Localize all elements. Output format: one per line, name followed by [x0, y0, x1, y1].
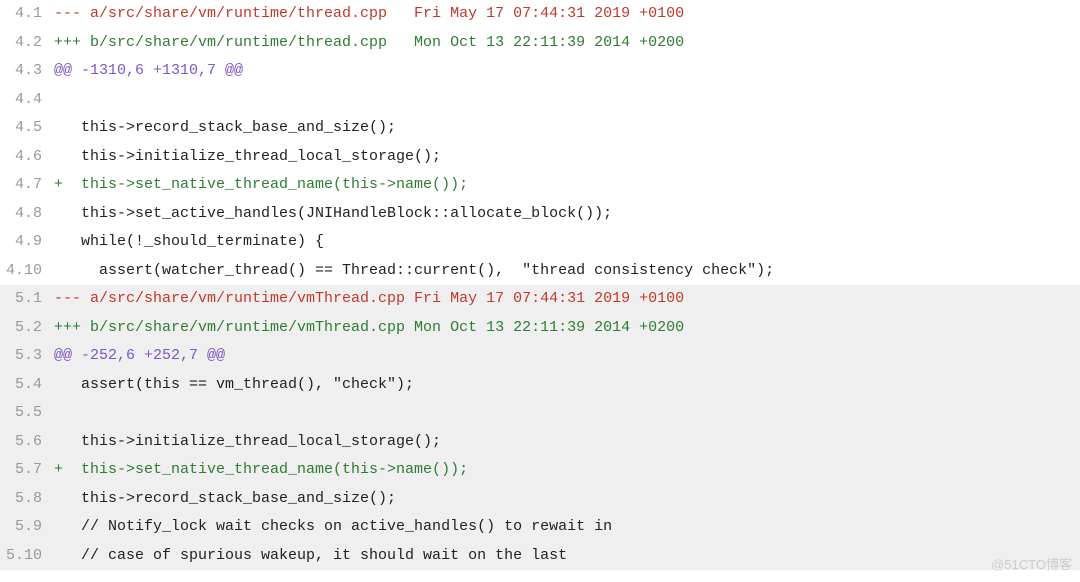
diff-line: 5.8 this->record_stack_base_and_size();: [0, 485, 1080, 514]
line-number: 5.5: [0, 399, 50, 428]
line-number: 5.9: [0, 513, 50, 542]
diff-line: 5.10 // case of spurious wakeup, it shou…: [0, 542, 1080, 571]
diff-container: 4.1--- a/src/share/vm/runtime/thread.cpp…: [0, 0, 1080, 570]
line-number: 4.4: [0, 86, 50, 115]
line-content: +++ b/src/share/vm/runtime/thread.cpp Mo…: [50, 29, 1080, 58]
diff-line: 4.3@@ -1310,6 +1310,7 @@: [0, 57, 1080, 86]
line-number: 5.3: [0, 342, 50, 371]
line-content: [50, 86, 1080, 115]
line-number: 5.10: [0, 542, 50, 571]
line-content: this->initialize_thread_local_storage();: [50, 428, 1080, 457]
line-content: while(!_should_terminate) {: [50, 228, 1080, 257]
diff-line: 5.7+ this->set_native_thread_name(this->…: [0, 456, 1080, 485]
watermark: @51CTO博客: [991, 553, 1072, 578]
line-number: 5.2: [0, 314, 50, 343]
line-number: 4.8: [0, 200, 50, 229]
line-number: 5.7: [0, 456, 50, 485]
diff-line: 4.4: [0, 86, 1080, 115]
line-content: + this->set_native_thread_name(this->nam…: [50, 171, 1080, 200]
diff-line: 4.2+++ b/src/share/vm/runtime/thread.cpp…: [0, 29, 1080, 58]
diff-line: 4.8 this->set_active_handles(JNIHandleBl…: [0, 200, 1080, 229]
line-number: 4.5: [0, 114, 50, 143]
line-number: 4.9: [0, 228, 50, 257]
diff-line: 5.6 this->initialize_thread_local_storag…: [0, 428, 1080, 457]
diff-line: 4.5 this->record_stack_base_and_size();: [0, 114, 1080, 143]
line-content: [50, 399, 1080, 428]
diff-line: 5.4 assert(this == vm_thread(), "check")…: [0, 371, 1080, 400]
diff-line: 4.10 assert(watcher_thread() == Thread::…: [0, 257, 1080, 286]
line-number: 5.6: [0, 428, 50, 457]
diff-line: 5.9 // Notify_lock wait checks on active…: [0, 513, 1080, 542]
line-number: 4.2: [0, 29, 50, 58]
line-content: --- a/src/share/vm/runtime/thread.cpp Fr…: [50, 0, 1080, 29]
line-number: 5.8: [0, 485, 50, 514]
line-content: this->record_stack_base_and_size();: [50, 114, 1080, 143]
diff-line: 4.6 this->initialize_thread_local_storag…: [0, 143, 1080, 172]
line-content: +++ b/src/share/vm/runtime/vmThread.cpp …: [50, 314, 1080, 343]
diff-line: 4.9 while(!_should_terminate) {: [0, 228, 1080, 257]
line-number: 4.10: [0, 257, 50, 286]
line-content: --- a/src/share/vm/runtime/vmThread.cpp …: [50, 285, 1080, 314]
line-content: this->set_active_handles(JNIHandleBlock:…: [50, 200, 1080, 229]
line-number: 5.1: [0, 285, 50, 314]
line-number: 4.1: [0, 0, 50, 29]
line-content: this->record_stack_base_and_size();: [50, 485, 1080, 514]
line-content: assert(this == vm_thread(), "check");: [50, 371, 1080, 400]
line-content: this->initialize_thread_local_storage();: [50, 143, 1080, 172]
diff-line: 5.5: [0, 399, 1080, 428]
line-content: @@ -1310,6 +1310,7 @@: [50, 57, 1080, 86]
diff-line: 5.1--- a/src/share/vm/runtime/vmThread.c…: [0, 285, 1080, 314]
line-number: 5.4: [0, 371, 50, 400]
diff-line: 5.3@@ -252,6 +252,7 @@: [0, 342, 1080, 371]
diff-line: 5.2+++ b/src/share/vm/runtime/vmThread.c…: [0, 314, 1080, 343]
line-content: // case of spurious wakeup, it should wa…: [50, 542, 1080, 571]
line-number: 4.7: [0, 171, 50, 200]
line-number: 4.6: [0, 143, 50, 172]
diff-line: 4.1--- a/src/share/vm/runtime/thread.cpp…: [0, 0, 1080, 29]
line-content: + this->set_native_thread_name(this->nam…: [50, 456, 1080, 485]
line-content: // Notify_lock wait checks on active_han…: [50, 513, 1080, 542]
diff-line: 4.7+ this->set_native_thread_name(this->…: [0, 171, 1080, 200]
line-content: assert(watcher_thread() == Thread::curre…: [50, 257, 1080, 286]
line-number: 4.3: [0, 57, 50, 86]
line-content: @@ -252,6 +252,7 @@: [50, 342, 1080, 371]
